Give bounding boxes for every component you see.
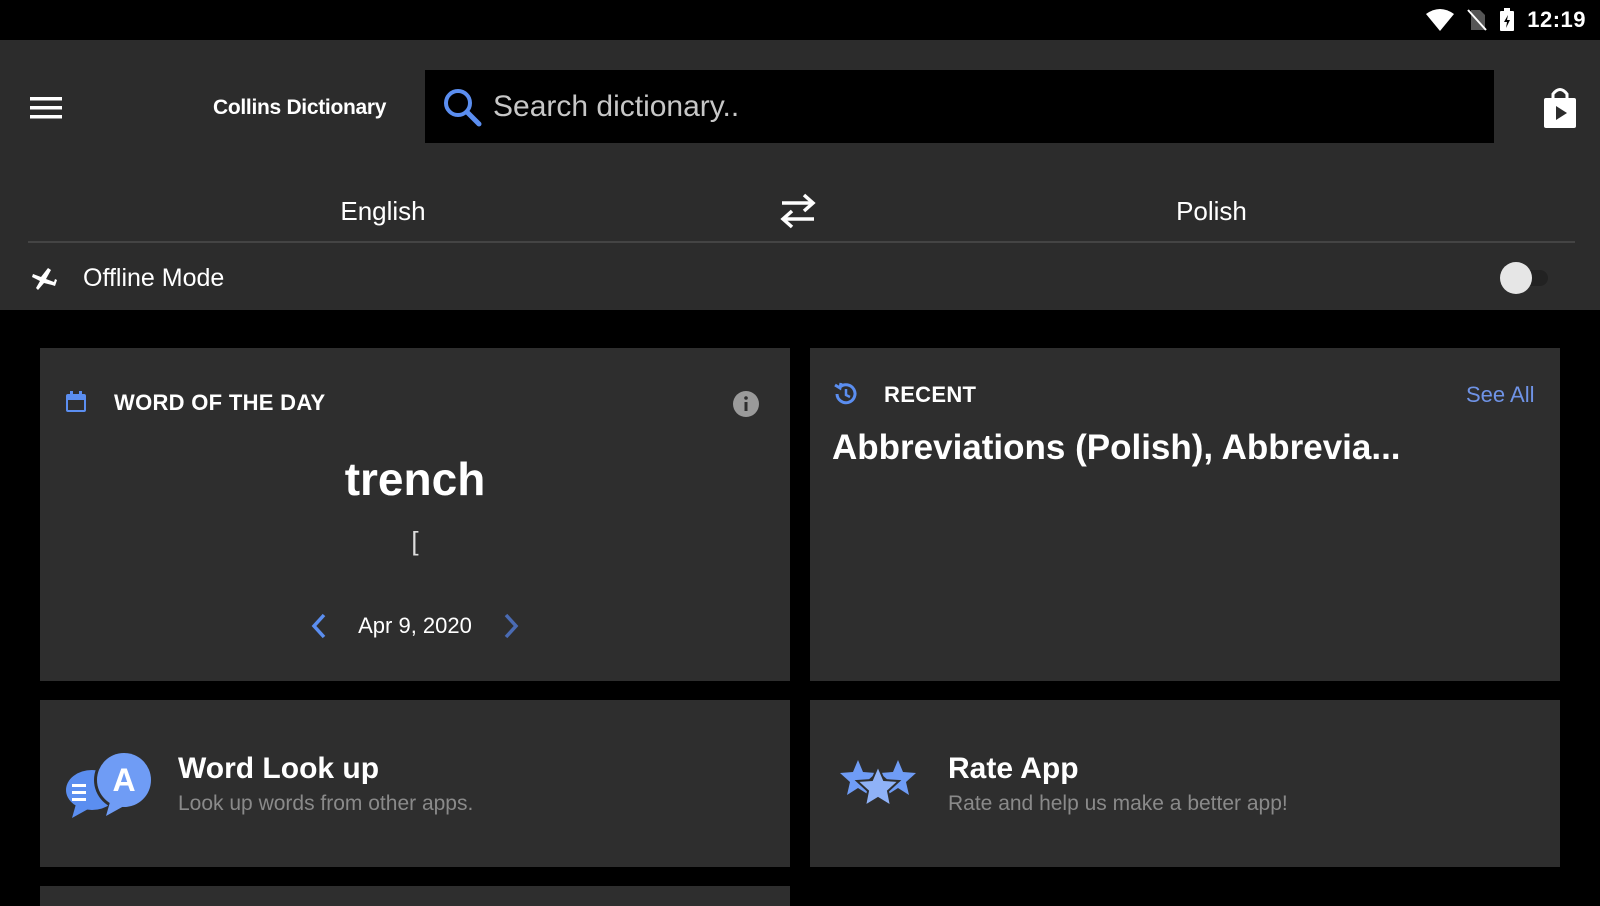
status-time: 12:19 bbox=[1527, 7, 1586, 32]
language-selector: English Polish bbox=[28, 180, 1575, 242]
airplane-icon bbox=[32, 268, 57, 290]
word-lookup-card[interactable]: A Word Look up Look up words from other … bbox=[40, 700, 790, 867]
word-of-the-day-card[interactable]: WORD OF THE DAY trench [ Apr 9, 2020 bbox=[40, 348, 790, 681]
target-language[interactable]: Polish bbox=[848, 180, 1575, 242]
offline-mode-label: Offline Mode bbox=[83, 264, 225, 292]
battery-icon bbox=[1500, 8, 1515, 31]
offline-mode-row: Offline Mode bbox=[28, 250, 1575, 306]
info-icon[interactable] bbox=[732, 390, 760, 418]
word-pronunciation: [ bbox=[411, 526, 419, 556]
rate-app-subtitle: Rate and help us make a better app! bbox=[948, 792, 1288, 815]
word-lookup-title: Word Look up bbox=[178, 752, 380, 785]
divider bbox=[28, 241, 1575, 243]
rate-app-title: Rate App bbox=[948, 752, 1079, 785]
word-date: Apr 9, 2020 bbox=[358, 613, 472, 638]
swap-arrows-icon[interactable] bbox=[778, 192, 818, 230]
calendar-icon bbox=[66, 391, 86, 412]
rate-app-card[interactable]: Rate App Rate and help us make a better … bbox=[810, 700, 1560, 867]
recent-label: RECENT bbox=[884, 382, 977, 407]
menu-icon[interactable] bbox=[28, 90, 64, 126]
word-lookup-subtitle: Look up words from other apps. bbox=[178, 792, 474, 815]
speech-bubbles-icon: A bbox=[66, 750, 154, 818]
search-icon[interactable] bbox=[441, 86, 483, 128]
partial-card bbox=[40, 886, 790, 906]
date-navigation: Apr 9, 2020 bbox=[40, 606, 790, 646]
status-bar: 12:19 bbox=[0, 0, 1600, 40]
app-bar: Collins Dictionary English Polish Offlin… bbox=[0, 40, 1600, 310]
store-bag-icon[interactable] bbox=[1540, 86, 1580, 130]
chevron-right-icon[interactable] bbox=[500, 611, 522, 641]
no-sim-icon bbox=[1467, 9, 1487, 31]
source-language[interactable]: English bbox=[28, 180, 738, 242]
word-of-the-day-label: WORD OF THE DAY bbox=[114, 390, 326, 415]
chevron-left-icon[interactable] bbox=[308, 611, 330, 641]
search-box[interactable] bbox=[425, 69, 1494, 144]
status-icons: 12:19 bbox=[1425, 7, 1586, 33]
see-all-link[interactable]: See All bbox=[1466, 382, 1535, 408]
word-of-the-day-word[interactable]: trench bbox=[40, 452, 790, 506]
app-title: Collins Dictionary bbox=[213, 96, 387, 119]
stars-icon bbox=[840, 760, 916, 809]
toggle-knob bbox=[1500, 262, 1532, 294]
offline-mode-toggle[interactable] bbox=[1500, 262, 1550, 294]
wifi-icon bbox=[1426, 9, 1455, 31]
search-input[interactable] bbox=[483, 69, 1494, 144]
recent-searches[interactable]: Abbreviations (Polish), Abbrevia... bbox=[832, 428, 1532, 468]
history-icon bbox=[834, 382, 857, 405]
recent-card[interactable]: RECENT See All Abbreviations (Polish), A… bbox=[810, 348, 1560, 681]
svg-text:A: A bbox=[112, 762, 135, 798]
